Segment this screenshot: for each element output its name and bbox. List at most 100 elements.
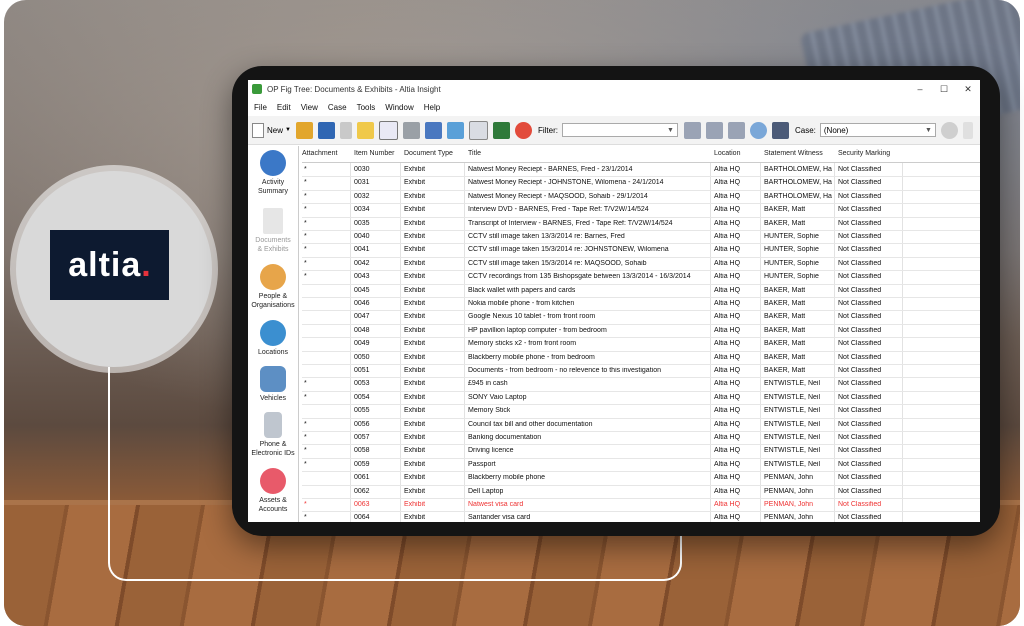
case-select[interactable]: (None) ▼ bbox=[819, 123, 936, 137]
table-row[interactable]: * 0059 Exhibit Passport Altia HQ ENTWISTLE, N… bbox=[302, 458, 980, 473]
cell-statement-witness: HUNTER, Sophie bbox=[764, 273, 819, 281]
menu-view[interactable]: View bbox=[301, 103, 318, 112]
cell-attachment: * bbox=[304, 179, 307, 187]
table-row[interactable]: 0048 Exhibit HP pavillion laptop computer … bbox=[302, 324, 980, 339]
table-row[interactable]: 0051 Exhibit Documents - from bedroom - no… bbox=[302, 364, 980, 379]
panel-icon[interactable] bbox=[962, 121, 973, 139]
sidebar-item-label: Summary bbox=[258, 188, 288, 195]
maximize-button[interactable]: ☐ bbox=[932, 80, 956, 98]
table-row[interactable]: 0047 Exhibit Google Nexus 10 tablet - from… bbox=[302, 310, 980, 325]
menu-edit[interactable]: Edit bbox=[277, 103, 291, 112]
cell-security-marking: Not Classified bbox=[838, 246, 882, 254]
calendar-icon[interactable] bbox=[468, 120, 488, 140]
table-row[interactable]: * 0032 Exhibit Natwest Money Reciept - MAQS… bbox=[302, 190, 980, 205]
sidebar-item-documents-exhibits[interactable]: Documents & Exhibits bbox=[248, 208, 298, 254]
cell-item-number: 0058 bbox=[354, 447, 370, 455]
cell-location: Altia HQ bbox=[714, 434, 741, 441]
column-header-title[interactable]: Title bbox=[468, 150, 481, 157]
note-icon[interactable] bbox=[356, 121, 374, 139]
table-row[interactable]: * 0058 Exhibit Driving licence Altia HQ ENTWI… bbox=[302, 444, 980, 459]
column-header-document-type[interactable]: Document Type bbox=[404, 150, 453, 157]
filter-select[interactable]: ▼ bbox=[561, 123, 678, 137]
filter-clear-icon[interactable] bbox=[727, 121, 745, 139]
table-row[interactable]: * 0040 Exhibit CCTV still image taken 13/3/… bbox=[302, 230, 980, 245]
cell-attachment: * bbox=[304, 233, 307, 240]
menu-tools[interactable]: Tools bbox=[357, 103, 376, 112]
binoculars-icon[interactable] bbox=[771, 121, 789, 139]
table-row[interactable]: * 0063 Exhibit Natwest visa card Altia HQ PEN… bbox=[302, 498, 980, 513]
table-row[interactable]: * 0042 Exhibit CCTV still image taken 15/3/… bbox=[302, 257, 980, 272]
close-button[interactable]: ✕ bbox=[956, 80, 980, 98]
menu-case[interactable]: Case bbox=[328, 103, 347, 112]
filter-label: Filter: bbox=[537, 125, 558, 135]
table-row[interactable]: 0049 Exhibit Memory sticks x2 - from front… bbox=[302, 337, 980, 352]
app-window: OP Fig Tree: Documents & Exhibits - Alti… bbox=[248, 80, 980, 522]
column-header-location[interactable]: Location bbox=[714, 150, 740, 157]
cell-title: Santander visa card bbox=[468, 514, 531, 522]
table-row[interactable]: * 0041 Exhibit CCTV still image taken 15/3/… bbox=[302, 243, 980, 258]
cell-item-number: 0064 bbox=[354, 514, 370, 522]
table-row[interactable]: * 0034 Exhibit Interview DVD - BARNES, Fred… bbox=[302, 203, 980, 218]
table-row[interactable]: 0061 Exhibit Blackberry mobile phone Altia … bbox=[302, 471, 980, 486]
cell-location: Altia HQ bbox=[714, 192, 741, 200]
logo-dot: . bbox=[141, 245, 151, 284]
menu-file[interactable]: File bbox=[254, 103, 267, 112]
cell-attachment: * bbox=[304, 447, 307, 455]
sidebar-item-people-organisations[interactable]: People & Organisations bbox=[248, 264, 298, 310]
table-row[interactable]: * 0057 Exhibit Banking documentation Altia H… bbox=[302, 431, 980, 446]
table-row[interactable]: * 0043 Exhibit CCTV recordings from 135 Bis… bbox=[302, 270, 980, 285]
cell-item-number: 0032 bbox=[354, 192, 370, 200]
hierarchy-icon[interactable] bbox=[424, 121, 442, 139]
filter-add-icon[interactable] bbox=[705, 121, 723, 139]
sidebar-item-locations[interactable]: Locations bbox=[248, 320, 298, 357]
sidebar-item-assets-accounts[interactable]: Assets & Accounts bbox=[248, 468, 298, 514]
column-header-item-number[interactable]: Item Number bbox=[354, 150, 394, 157]
menu-help[interactable]: Help bbox=[424, 103, 440, 112]
table-row[interactable]: 0045 Exhibit Black wallet with papers and … bbox=[302, 284, 980, 298]
cell-attachment: * bbox=[304, 380, 307, 388]
cell-security-marking: Not Classified bbox=[838, 380, 882, 388]
book-icon[interactable] bbox=[492, 121, 510, 139]
activity-gauge-icon bbox=[260, 150, 286, 176]
sidebar-item-activity-summary[interactable]: Activity Summary bbox=[248, 150, 298, 196]
case-value: (None) bbox=[823, 126, 849, 135]
cell-title: Council tax bill and other documentation bbox=[468, 420, 593, 428]
table-row[interactable]: 0055 Exhibit Memory Stick Altia HQ ENTWISTLE… bbox=[302, 404, 980, 419]
table-row[interactable]: * 0064 Exhibit Santander visa card Altia HQ P… bbox=[302, 511, 980, 522]
column-header-security-marking[interactable]: Security Marking bbox=[838, 150, 890, 157]
cell-location: Altia HQ bbox=[714, 313, 741, 321]
table-row[interactable]: * 0056 Exhibit Council tax bill and other d… bbox=[302, 418, 980, 432]
export-icon[interactable] bbox=[446, 121, 464, 139]
table-row[interactable]: 0046 Exhibit Nokia mobile phone - from kit… bbox=[302, 297, 980, 312]
settings-gear-icon[interactable] bbox=[940, 121, 958, 139]
new-button[interactable]: New ▼ bbox=[252, 122, 291, 138]
edit-icon[interactable] bbox=[317, 121, 335, 139]
paperclip-icon[interactable] bbox=[339, 121, 352, 139]
table-row[interactable]: 0050 Exhibit Blackberry mobile phone - fro… bbox=[302, 351, 980, 365]
alarm-clock-icon[interactable] bbox=[514, 121, 532, 139]
cell-security-marking: Not Classified bbox=[838, 233, 882, 240]
chevron-down-icon: ▼ bbox=[285, 127, 291, 133]
folder-icon[interactable] bbox=[295, 121, 313, 139]
table-row[interactable]: * 0053 Exhibit £945 in cash Altia HQ ENTWISTL… bbox=[302, 377, 980, 392]
table-row[interactable]: * 0031 Exhibit Natwest Money Reciept - JOHN… bbox=[302, 176, 980, 191]
cell-security-marking: Not Classified bbox=[838, 286, 882, 294]
cell-attachment: * bbox=[304, 259, 307, 267]
sidebar-item-phone-electronic-ids[interactable]: Phone & Electronic IDs bbox=[248, 412, 298, 458]
cell-item-number: 0043 bbox=[354, 273, 370, 281]
sidebar-item-vehicles[interactable]: Vehicles bbox=[248, 366, 298, 403]
search-icon[interactable] bbox=[749, 121, 767, 139]
navigation-sidebar: Activity Summary Documents & Exhibits Pe… bbox=[248, 146, 299, 522]
document-view-icon[interactable] bbox=[378, 120, 398, 140]
menu-window[interactable]: Window bbox=[385, 103, 413, 112]
print-icon[interactable] bbox=[402, 121, 420, 139]
column-header-statement-witness[interactable]: Statement Witness bbox=[764, 150, 823, 157]
table-row[interactable]: 0062 Exhibit Dell Laptop Altia HQ PENMAN, Jo… bbox=[302, 485, 980, 499]
table-row[interactable]: * 0030 Exhibit Natwest Money Reciept - BARN… bbox=[302, 163, 980, 178]
table-row[interactable]: * 0054 Exhibit SONY Vaio Laptop Altia HQ ENTW… bbox=[302, 391, 980, 406]
cell-title: £945 in cash bbox=[468, 380, 508, 388]
minimize-button[interactable]: – bbox=[908, 80, 932, 98]
column-header-attachment[interactable]: Attachment bbox=[302, 150, 337, 157]
table-row[interactable]: * 0035 Exhibit Transcript of Interview - BA… bbox=[302, 217, 980, 231]
filter-icon[interactable] bbox=[683, 121, 701, 139]
